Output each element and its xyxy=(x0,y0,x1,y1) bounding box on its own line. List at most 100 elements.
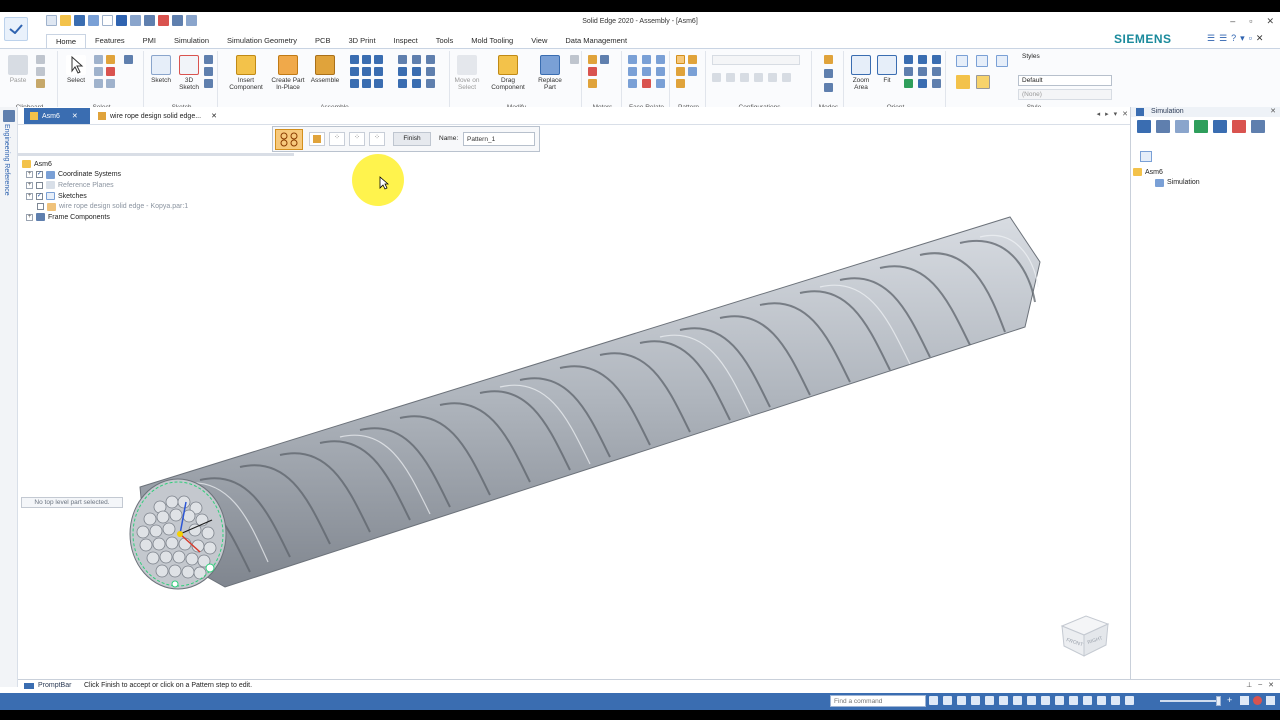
assemble-tool-icon-6[interactable] xyxy=(374,67,383,76)
tab-view[interactable]: View xyxy=(522,34,556,48)
rope-end-section[interactable] xyxy=(129,478,227,590)
expand-icon[interactable]: + xyxy=(26,171,33,179)
motor-icon-4[interactable] xyxy=(588,79,597,88)
sim-study-icon[interactable] xyxy=(1140,151,1152,162)
style-icon-5[interactable] xyxy=(976,75,990,89)
pattern-name-input[interactable] xyxy=(463,132,535,146)
tab-list-icon[interactable]: ▾ xyxy=(1114,110,1118,118)
prompt-bar-minimize-icon[interactable]: – xyxy=(1258,681,1262,689)
select-tool-icon-3[interactable] xyxy=(94,67,103,76)
select-tool-icon-6[interactable] xyxy=(106,79,115,88)
assemble-tool-icon-8[interactable] xyxy=(362,79,371,88)
sketch-tool-icon-1[interactable] xyxy=(204,55,213,64)
visibility-checkbox[interactable] xyxy=(36,181,43,189)
ribbon-toggle-icon[interactable]: ▾ xyxy=(1240,33,1245,44)
config-icon-5[interactable] xyxy=(768,73,777,82)
face-relate-icon-2[interactable] xyxy=(642,55,651,64)
visible-edges-icon[interactable] xyxy=(1055,696,1064,705)
tree-item-wire-rope-part[interactable]: wire rope design solid edge - Kopya.par:… xyxy=(22,201,188,212)
style-dropdown[interactable]: Default xyxy=(1018,75,1112,86)
face-relate-icon-1[interactable] xyxy=(628,55,637,64)
assemble-tool-icon-7[interactable] xyxy=(350,79,359,88)
tree-item-frame-components[interactable]: + Frame Components xyxy=(22,212,188,223)
tree-item-asm6[interactable]: Asm6 xyxy=(22,159,188,170)
config-icon-2[interactable] xyxy=(726,73,735,82)
sim-tool-icon-7[interactable] xyxy=(1251,120,1265,133)
assemble-tool-icon-2[interactable] xyxy=(362,55,371,64)
pattern-step-button[interactable] xyxy=(275,129,303,150)
zoom-icon[interactable] xyxy=(957,696,966,705)
orient-icon-2[interactable] xyxy=(918,55,927,64)
face-relate-icon-8[interactable] xyxy=(642,79,651,88)
sectioning-icon[interactable] xyxy=(1111,696,1120,705)
orient-icon-6[interactable] xyxy=(932,67,941,76)
motor-icon-2[interactable] xyxy=(600,55,609,64)
assemble-tool-icon-13[interactable] xyxy=(398,67,407,76)
shaded-icon[interactable] xyxy=(1041,696,1050,705)
style-icon-3[interactable] xyxy=(996,55,1008,67)
tab-data-management[interactable]: Data Management xyxy=(556,34,636,48)
assemble-button[interactable]: Assemble xyxy=(308,55,342,84)
face-relate-icon-5[interactable] xyxy=(642,67,651,76)
assemble-tool-icon-18[interactable] xyxy=(426,79,435,88)
copy-icon[interactable] xyxy=(36,67,45,76)
sim-tree-simulation[interactable]: Simulation xyxy=(1133,178,1200,189)
pattern-options-button[interactable]: ⁘ xyxy=(369,132,385,146)
create-part-in-place-button[interactable]: Create Part In-Place xyxy=(268,55,308,91)
tree-item-reference-planes[interactable]: + Reference Planes xyxy=(22,180,188,191)
assemble-tool-icon-11[interactable] xyxy=(412,55,421,64)
orient-icon-7[interactable] xyxy=(904,79,913,88)
pan-icon[interactable] xyxy=(999,696,1008,705)
config-icon-1[interactable] xyxy=(712,73,721,82)
sim-tool-icon-5[interactable] xyxy=(1213,120,1227,133)
tab-home[interactable]: Home xyxy=(46,34,87,48)
prompt-bar-pin-icon[interactable]: ⊥ xyxy=(1246,681,1252,689)
cut-icon[interactable] xyxy=(36,55,45,64)
sketch-3d-button[interactable]: 3D Sketch xyxy=(176,55,202,91)
zoom-in-icon[interactable]: + xyxy=(1227,695,1232,705)
style-icon-4[interactable] xyxy=(956,75,970,89)
tab-inspect[interactable]: Inspect xyxy=(385,34,427,48)
modes-icon-1[interactable] xyxy=(824,55,833,64)
orient-icon-5[interactable] xyxy=(918,67,927,76)
tab-pmi[interactable]: PMI xyxy=(134,34,165,48)
assemble-tool-icon-9[interactable] xyxy=(374,79,383,88)
doc-tab-close-icon[interactable]: ✕ xyxy=(72,112,78,120)
pattern-icon[interactable] xyxy=(676,55,685,64)
sketch-button[interactable]: Sketch xyxy=(148,55,174,84)
pattern-tool-icon-1[interactable] xyxy=(688,55,697,64)
maximize-button[interactable]: ▫ xyxy=(1249,16,1252,27)
face-relate-icon-9[interactable] xyxy=(656,79,665,88)
orient-icon-8[interactable] xyxy=(918,79,927,88)
move-on-select-button[interactable]: Move on Select xyxy=(452,55,482,91)
sketch-tool-icon-2[interactable] xyxy=(204,67,213,76)
tab-3d-print[interactable]: 3D Print xyxy=(339,34,384,48)
face-relate-icon-4[interactable] xyxy=(628,67,637,76)
doc-tab-asm6[interactable]: Asm6 ✕ xyxy=(24,108,90,124)
zoom-area-status-icon[interactable] xyxy=(971,696,980,705)
select-tool-icon-4[interactable] xyxy=(106,67,115,76)
help-icon[interactable]: ? xyxy=(1231,33,1236,44)
tab-features[interactable]: Features xyxy=(86,34,134,48)
fit-status-icon[interactable] xyxy=(985,696,994,705)
pattern-tool-icon-3[interactable] xyxy=(688,67,697,76)
assemble-tool-icon-16[interactable] xyxy=(398,79,407,88)
config-icon-4[interactable] xyxy=(754,73,763,82)
assemble-tool-icon-17[interactable] xyxy=(412,79,421,88)
modes-icon-2[interactable] xyxy=(824,69,833,78)
orient-icon-1[interactable] xyxy=(904,55,913,64)
tree-item-coordinate-systems[interactable]: + ✓ Coordinate Systems xyxy=(22,170,188,181)
expand-icon[interactable]: + xyxy=(26,213,33,221)
minimize-button[interactable]: – xyxy=(1230,16,1235,27)
expand-icon[interactable]: + xyxy=(26,192,33,200)
assemble-tool-icon-4[interactable] xyxy=(350,67,359,76)
tab-simulation-geometry[interactable]: Simulation Geometry xyxy=(218,34,306,48)
sim-tool-icon-4[interactable] xyxy=(1194,120,1208,133)
panel-close-icon[interactable]: ✕ xyxy=(1270,107,1276,115)
tab-next-icon[interactable]: ▸ xyxy=(1105,110,1109,118)
expand-icon[interactable]: + xyxy=(26,181,33,189)
run-icon[interactable] xyxy=(929,696,938,705)
wireframe-icon[interactable] xyxy=(1083,696,1092,705)
paste-button[interactable]: Paste xyxy=(6,55,30,84)
close-button[interactable]: ✕ xyxy=(1266,16,1274,27)
